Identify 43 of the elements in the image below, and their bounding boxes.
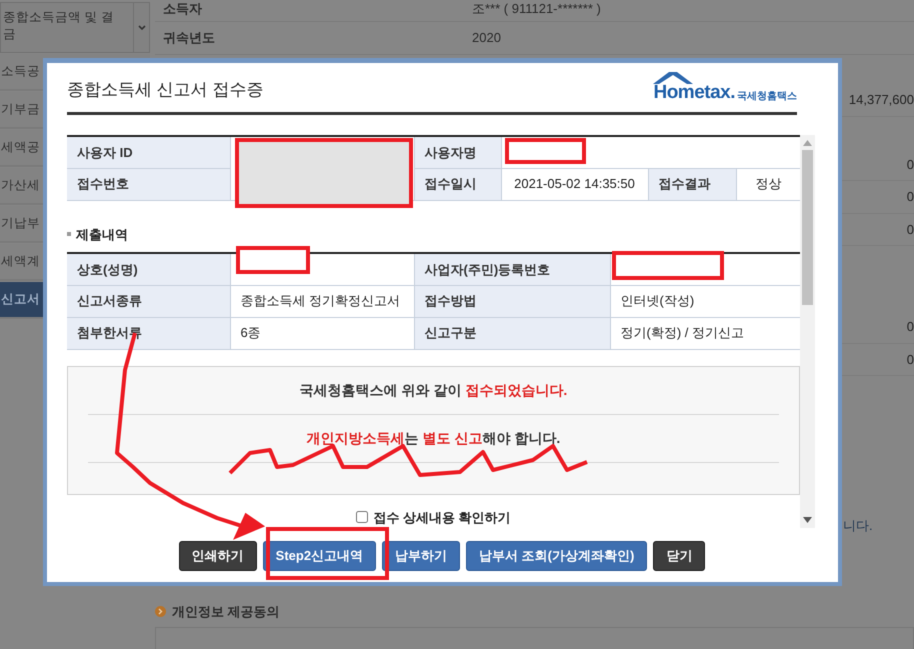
section-title: 개인정보 제공동의 (172, 602, 280, 620)
action-button[interactable]: 납부서 조회(가상계좌확인) (466, 541, 648, 571)
field-label: 사용자명 (414, 136, 501, 168)
section-title: 제출내역 (76, 226, 128, 244)
action-button[interactable]: 납부하기 (382, 541, 460, 571)
bullet-icon (67, 232, 71, 236)
checkbox[interactable] (356, 511, 368, 524)
field-label: 접수번호 (67, 168, 230, 200)
logo-wordmark: Hometax. (653, 83, 735, 102)
action-button[interactable]: 닫기 (653, 541, 706, 571)
logo-subtitle: 국세청홈택스 (737, 92, 797, 102)
message-text: 국세청홈택스에 위와 같이 접수되었습니다. (300, 380, 568, 400)
field-label: 접수결과 (648, 168, 736, 200)
field-label: 상호(성명) (67, 253, 230, 285)
amount-value: 0 (906, 350, 914, 368)
field-label: 소득자 (162, 0, 203, 18)
amount-value: 0 (906, 318, 914, 336)
dropdown-select[interactable]: 종합소득금액 및 결 금 (0, 2, 150, 53)
field-label: 접수일시 (414, 168, 501, 200)
field-label: 사업자(주민)등록번호 (414, 253, 610, 285)
chevron-circle-icon (155, 606, 166, 617)
field-label: 귀속년도 (162, 29, 216, 48)
field-label: 사용자 ID (67, 136, 230, 168)
amount-value: 0 (906, 188, 914, 206)
dialog-title: 종합소득세 신고서 접수증 (67, 78, 264, 100)
amount-value: 0 (906, 156, 914, 174)
message-text: 개인지방소득세는 별도 신고해야 합니다. (306, 428, 560, 448)
field-label: 첨부한서류 (67, 317, 230, 349)
field-value: 2020 (471, 29, 501, 48)
amount-value: 14,377,600 (848, 91, 914, 109)
scrollbar-thumb[interactable] (802, 150, 813, 305)
field-label: 신고서종류 (67, 285, 230, 317)
field-label: 접수방법 (414, 285, 610, 317)
checkbox-label: 접수 상세내용 확인하기 (373, 508, 511, 526)
amount-value: 0 (906, 220, 914, 238)
house-roof-icon (653, 71, 694, 85)
notice-text: 니다. (843, 518, 873, 533)
action-button[interactable]: 인쇄하기 (178, 541, 257, 571)
scroll-down-icon[interactable] (803, 517, 812, 523)
field-label: 신고구분 (414, 317, 610, 349)
chevron-down-icon (138, 24, 146, 30)
field-value: 조*** ( 911121-******* ) (471, 0, 601, 18)
action-button[interactable]: Step2신고내역 (262, 541, 376, 571)
